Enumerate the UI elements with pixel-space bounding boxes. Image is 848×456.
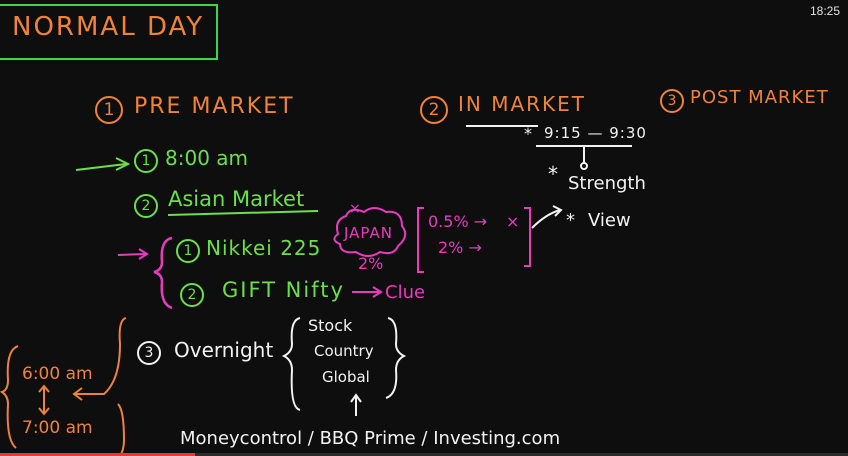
view-arrow — [531, 209, 561, 229]
time-dot — [580, 162, 588, 170]
pink-arrow-line — [117, 253, 147, 256]
japan-cloud — [333, 207, 407, 257]
asian-underline — [167, 210, 319, 216]
board-strokes — [0, 125, 632, 456]
pink-brace — [153, 236, 173, 310]
orange-connector — [74, 317, 127, 395]
overnight-brace-left — [281, 317, 301, 411]
times-brace — [0, 345, 19, 449]
value-bracket-right — [524, 207, 531, 267]
blackboard: NORMAL DAY 18:25 1 PRE MARKET 2 IN MARKE… — [0, 0, 848, 456]
overnight-brace-right — [385, 317, 407, 399]
value-bracket-left — [417, 207, 424, 273]
orange-lower-brace — [117, 403, 126, 456]
